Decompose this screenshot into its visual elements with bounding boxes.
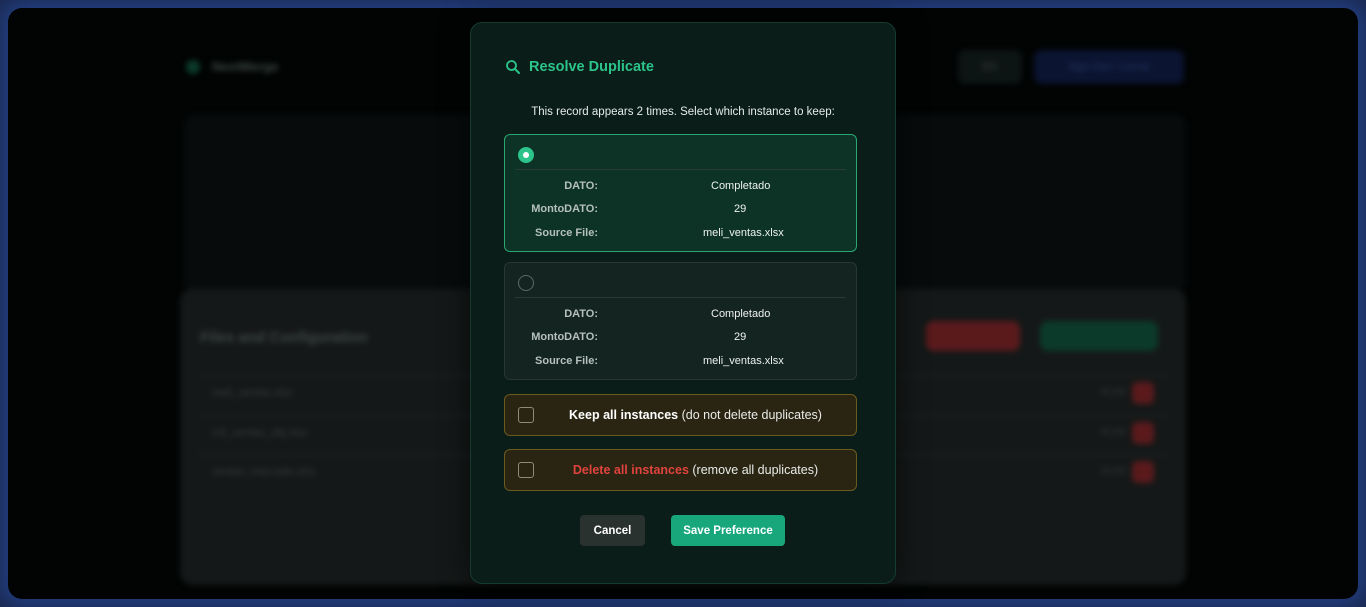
instance-option-2[interactable]: DATO: Completado MontoDATO: 29 Source Fi… [504, 262, 857, 380]
instance-radio-2[interactable] [518, 275, 534, 291]
field-row-source-file: Source File: meli_ventas.xlsx [505, 355, 856, 371]
dialog-header: Resolve Duplicate [505, 59, 654, 75]
files-card-title: Files and Configuration [200, 329, 368, 346]
delete-file-button[interactable] [1132, 422, 1154, 444]
file-type-badge: XLSX [1100, 466, 1126, 477]
field-label: DATO: [564, 180, 598, 192]
file-name: meli_ventas.xlsx [212, 387, 293, 399]
file-type-badge: XLSX [1100, 387, 1126, 398]
field-row-montodato: MontoDATO: 29 [505, 331, 856, 347]
field-row-source-file: Source File: meli_ventas.xlsx [505, 227, 856, 243]
field-label: MontoDATO: [531, 203, 598, 215]
delete-all-label: Delete all instances (remove all duplica… [505, 463, 856, 477]
save-preference-button[interactable]: Save Preference [671, 515, 785, 546]
field-value: meli_ventas.xlsx [703, 355, 784, 367]
delete-file-button[interactable] [1132, 461, 1154, 483]
keep-all-label: Keep all instances (do not delete duplic… [505, 408, 856, 422]
file-type-badge: XLSX [1100, 427, 1126, 438]
field-value: meli_ventas.xlsx [703, 227, 784, 239]
field-value: Completado [711, 180, 771, 192]
keep-all-rest: (do not delete duplicates) [678, 408, 822, 422]
search-icon [505, 59, 521, 75]
resolve-duplicate-dialog: Resolve Duplicate This record appears 2 … [470, 22, 896, 584]
file-name: ventas_mercado.xlsx [212, 466, 316, 478]
delete-all-strong: Delete all instances [572, 463, 689, 477]
keep-all-strong: Keep all instances [569, 408, 679, 422]
delete-all-option[interactable]: Delete all instances (remove all duplica… [504, 449, 857, 491]
field-value: 29 [734, 331, 747, 343]
field-label: Source File: [535, 355, 598, 367]
brand-logo-icon [186, 60, 200, 74]
delete-all-rest: (remove all duplicates) [688, 463, 819, 477]
instance-radio-1[interactable] [518, 147, 534, 163]
sign-out-button[interactable]: Sign Out / Cerrar [1034, 50, 1184, 84]
field-row-dato: DATO: Completado [505, 308, 856, 324]
dialog-description: This record appears 2 times. Select whic… [531, 106, 835, 118]
field-row-dato: DATO: Completado [505, 180, 856, 196]
dialog-title: Resolve Duplicate [529, 59, 654, 75]
cancel-button[interactable]: Cancel [580, 515, 645, 546]
file-name: mli_ventas_obj.xlsx [212, 427, 308, 439]
field-label: DATO: [564, 308, 598, 320]
instance-option-1[interactable]: DATO: Completado MontoDATO: 29 Source Fi… [504, 134, 857, 252]
brand-name: NextMerge [212, 59, 279, 74]
language-button[interactable]: ES [958, 50, 1022, 84]
field-value: Completado [711, 308, 771, 320]
keep-all-option[interactable]: Keep all instances (do not delete duplic… [504, 394, 857, 436]
delete-file-button[interactable] [1132, 382, 1154, 404]
divider [515, 169, 846, 170]
divider [515, 297, 846, 298]
field-value: 29 [734, 203, 747, 215]
field-row-montodato: MontoDATO: 29 [505, 203, 856, 219]
field-label: MontoDATO: [531, 331, 598, 343]
process-files-button[interactable] [1040, 321, 1158, 351]
clear-files-button[interactable] [926, 321, 1020, 351]
field-label: Source File: [535, 227, 598, 239]
